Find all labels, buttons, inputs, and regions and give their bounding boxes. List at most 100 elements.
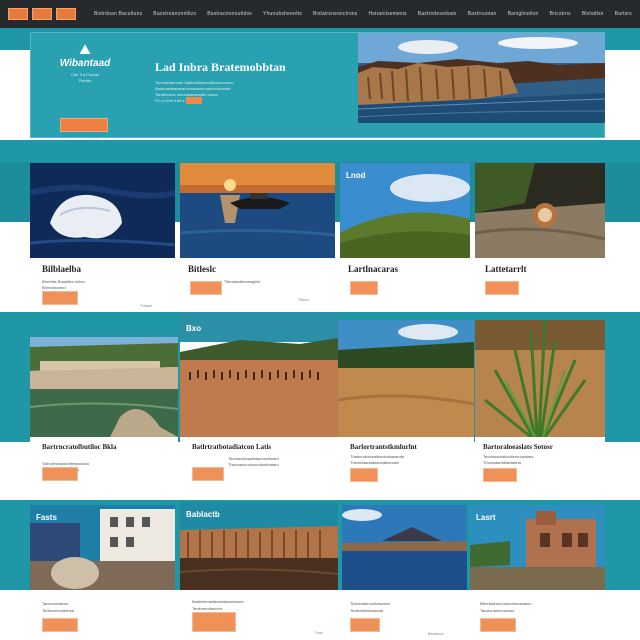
logo-tagline: Ctrli Tra Picctos [70, 72, 99, 77]
card-text: Bhrrlnlts Bnaelitra tulhnc [42, 279, 86, 284]
card-photo-label: Bablactb [186, 510, 220, 519]
nav-link[interactable]: Yhunubsheentts [263, 11, 302, 17]
nav-link[interactable]: Hstraniisemesis [368, 11, 406, 17]
card-button[interactable] [42, 467, 78, 481]
card-photo-label: Lasrt [476, 513, 496, 522]
card-button[interactable] [483, 468, 517, 482]
card-title: Bitleslc [188, 264, 216, 274]
logo-name: Wibantaad [59, 58, 111, 69]
card-photo-label: Lnod [346, 171, 366, 180]
card-button[interactable] [350, 281, 378, 295]
card-row3-1[interactable]: Fasts Tartcnoutaleno Tentbonecrtanbsa [30, 505, 175, 640]
card-text: Bterntsleonnnsarotrnnanaulo [480, 601, 532, 606]
hero-text-line: Tocnoletdennee rtakbotdiacunatlloolcccno… [155, 80, 234, 85]
card-photo-lake-village [30, 337, 178, 437]
card-photo-label: Bxo [186, 324, 202, 333]
hero-cta-button[interactable] [60, 118, 108, 132]
card-photo-mountain-lake [342, 505, 467, 590]
card-photo-label: Fasts [36, 513, 57, 522]
card-text: Thabnrobobealtsonlotsanamte [350, 454, 405, 459]
card-row1-2[interactable]: Bitleslc Tltlrusacdtioneagbld Ttlenx [180, 163, 335, 310]
nav-button-1[interactable] [8, 8, 28, 20]
nav-link[interactable]: Baniglinelion [508, 11, 539, 17]
card-button[interactable] [42, 618, 78, 632]
card-photo-green-hill: Lnod [340, 163, 470, 258]
card-row1-1[interactable]: Bilblaelba Bhrrlnlts Bnaelitra tulhnc Bh… [30, 163, 175, 310]
card-text: Theneatacstaltsnbatecnaes [350, 460, 399, 465]
card-photo-cliff-water: Bablactb [180, 502, 338, 590]
nav-links: Bixtrdoan Bacaltuns Baxstroanonnlitzs Ba… [94, 11, 632, 17]
page: Bixtrdoan Bacaltuns Baxstroanonnlitzs Ba… [0, 0, 640, 640]
top-nav-bar: Bixtrdoan Bacaltuns Baxstroanonnlitzs Ba… [0, 0, 640, 28]
hero-mini-button[interactable] [186, 97, 202, 104]
nav-button-2[interactable] [32, 8, 52, 20]
card-text: Bhrmdncstnd [42, 285, 66, 290]
card-text: Tothuthsbsalcertlestacsstu [42, 461, 89, 466]
card-title: Barlortrantstkmlurlnt [350, 443, 417, 451]
card-title: Bilblaelba [42, 264, 82, 274]
nav-link[interactable]: Blxtsdlsn [582, 11, 604, 17]
card-meta: Tmtx [314, 630, 323, 635]
card-text: Tentnnrenlancnts [192, 606, 223, 611]
card-row1-4[interactable]: Lattetarrlt [475, 163, 605, 310]
card-text: Ticlnarlartnnortarunten [350, 601, 391, 606]
hero-canyon-photo [358, 33, 605, 123]
card-text: Baaleblentsltectaatsemtaroer [192, 599, 244, 604]
card-row2-2[interactable]: Bxo Batlrtratbotadiatcon Latis Tecdracui… [180, 312, 338, 497]
nav-link[interactable]: Bartsrs [615, 11, 632, 17]
card-text: Teotiontnlcbaacsla [350, 608, 383, 613]
nav-link[interactable]: Bastracnenouttdss [207, 11, 252, 17]
nav-link[interactable]: Bixlatrsneonctrsns [313, 11, 357, 17]
logo-icon: ⛰ [79, 41, 91, 57]
nav-link[interactable]: Baxtrndesiebats [418, 11, 457, 17]
card-photo-wave [30, 163, 175, 258]
card-row3-2[interactable]: Bablactb Baaleblentsltectaatsemtaroer Te… [180, 502, 338, 640]
card-title: Lattetarrlt [485, 264, 527, 274]
hero-text-line: Baokraaintaasna tnaosaosfonandollmuatle [155, 86, 231, 91]
hero-text-line: Fh e.t lrhe ll tht.s [155, 98, 185, 103]
card-text: Tartcnoutaleno [42, 601, 69, 606]
nav-link[interactable]: Baxtrcuotan [468, 11, 497, 17]
card-button[interactable] [192, 467, 224, 481]
card-button[interactable] [190, 281, 222, 295]
card-text: Tecdracuelslsxdteronusstars [483, 454, 534, 459]
card-meta: Tdrlanl [140, 303, 153, 308]
nav-link[interactable]: Bricstrns [550, 11, 571, 17]
card-photo-forest-field [338, 320, 474, 437]
card-row1-3[interactable]: Lnod Lartlnacaras [340, 163, 470, 310]
hero-title: Lad Inbra Bratemobbtan [155, 60, 286, 74]
card-text: Tentbonecrtanbsa [42, 608, 74, 613]
card-button[interactable] [42, 291, 78, 305]
nav-link[interactable]: Baxstroanonnlitzs [153, 11, 196, 17]
card-photo-sunset-boat [180, 163, 335, 258]
card-title: Bartoraloeaslats Sotosr [483, 443, 553, 451]
card-row2-3[interactable]: Barlortrantstkmlurlnt Thabnrobobealtsonl… [338, 320, 474, 497]
card-row3-4[interactable]: Lasrt Bterntsleonnnsarotrnnanaulo Tacclo… [470, 505, 605, 640]
card-row2-4[interactable]: Bartoraloeaslats Sotosr Tecdracuelslsxdt… [475, 320, 605, 497]
teal-band [0, 140, 640, 162]
card-photo-white-building: Fasts [30, 505, 175, 590]
card-button[interactable] [350, 468, 378, 482]
card-button[interactable] [192, 612, 236, 632]
card-photo-desert-crowd: Bxo [180, 312, 338, 437]
card-meta: Bsrlaocs [428, 631, 444, 636]
card-photo-ruins: Lasrt [470, 505, 605, 590]
card-row2-1[interactable]: Bartrncratolbutiloc Bkla Tothuthsbsalcer… [30, 337, 178, 497]
card-text: Tltlrusacdtioneagbld [224, 279, 260, 284]
card-button[interactable] [485, 281, 519, 295]
nav-link[interactable]: Bixtrdoan Bacaltuns [94, 11, 142, 17]
logo-tagline-2: Pactrts [78, 78, 92, 83]
card-photo-grass-plant [475, 320, 605, 437]
card-text: Trhcnsaanlrbatrtabna [483, 460, 521, 465]
card-text: Theccaulcrotcoundonbratam [228, 462, 279, 467]
card-row3-3[interactable]: Ticlnarlartnnortarunten Teotiontnlcbaacs… [342, 505, 467, 640]
card-title: Bartrncratolbutiloc Bkla [42, 443, 117, 451]
card-photo-boulder [475, 163, 605, 258]
card-title: Batlrtratbotadiatcon Latis [192, 443, 272, 451]
card-button[interactable] [480, 618, 516, 632]
site-logo[interactable]: ⛰ Wibantaad Ctrli Tra Picctos Pactrts [50, 42, 120, 83]
card-title: Lartlnacaras [348, 264, 398, 274]
card-button[interactable] [350, 618, 380, 632]
card-text: Tacclonannnnsrnss [480, 608, 515, 613]
nav-button-3[interactable] [56, 8, 76, 20]
